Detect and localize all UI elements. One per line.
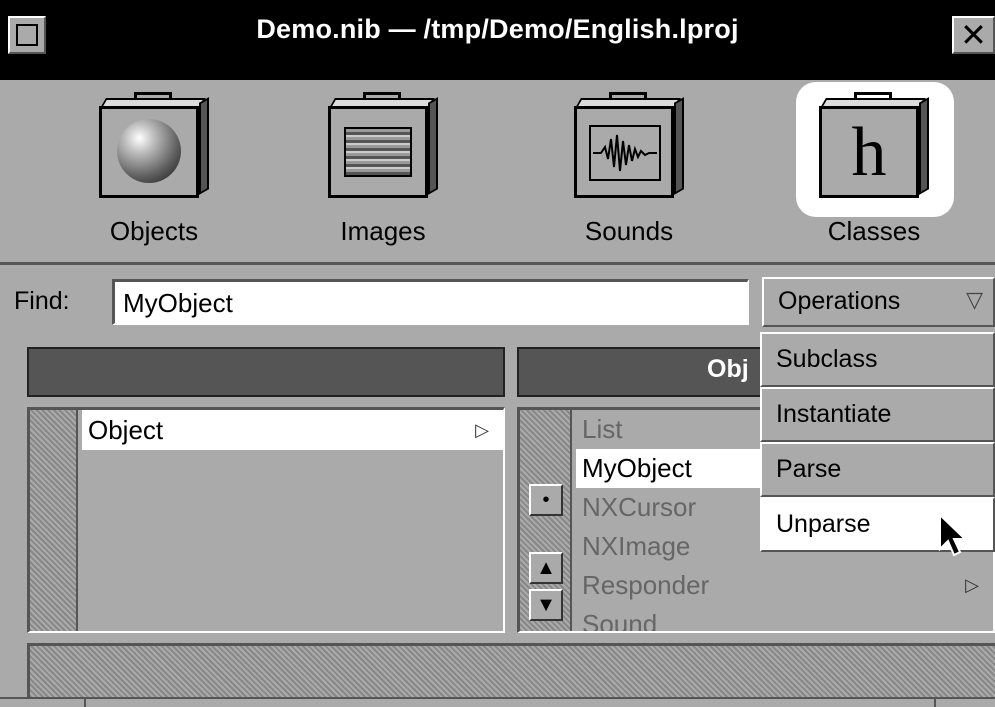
shelf-label: Classes <box>827 216 921 246</box>
list-item[interactable]: Sound <box>576 605 993 631</box>
shelf-item-classes[interactable]: h Classes <box>784 82 964 256</box>
class-glyph: h <box>851 114 887 191</box>
suitcase-waveform-icon <box>574 92 684 206</box>
shelf-label: Images <box>340 216 426 246</box>
suitcase-picture-icon <box>328 92 438 206</box>
window-title: Demo.nib — /tmp/Demo/English.lproj <box>256 14 739 44</box>
list-item-label: Object <box>88 415 164 445</box>
list-item-label: MyObject <box>582 453 692 483</box>
list-item[interactable]: Responder ▷ <box>576 566 993 605</box>
nib-window: Demo.nib — /tmp/Demo/English.lproj ✕ Obj… <box>0 0 995 707</box>
title-bar[interactable]: Demo.nib — /tmp/Demo/English.lproj ✕ <box>0 0 995 80</box>
shelf-label: Sounds <box>584 216 674 246</box>
status-bar <box>27 643 995 697</box>
column-scroller[interactable]: • ▲ ▼ <box>520 410 572 631</box>
list-item-label: Responder <box>582 570 710 600</box>
find-field[interactable]: MyObject <box>112 279 749 325</box>
shelf-label: Objects <box>109 216 199 246</box>
column-scroller[interactable] <box>30 410 78 631</box>
mouse-pointer-icon <box>939 513 968 557</box>
submenu-arrow-icon: ▷ <box>475 420 489 440</box>
operations-popup-button[interactable]: Operations ▽ <box>762 277 995 327</box>
scroll-knob-icon[interactable]: • <box>529 484 563 516</box>
scroll-down-arrow-icon[interactable]: ▼ <box>529 589 563 621</box>
window-bottom-edge <box>0 697 995 707</box>
browser-column-header-left <box>27 347 505 397</box>
menu-item-instantiate[interactable]: Instantiate <box>760 387 995 442</box>
shelf-item-sounds[interactable]: Sounds <box>539 84 719 256</box>
shelf-item-objects[interactable]: Objects <box>64 84 244 256</box>
submenu-arrow-icon: ▷ <box>965 575 979 595</box>
shelf-item-images[interactable]: Images <box>293 84 473 256</box>
column-title: Obj <box>707 355 749 383</box>
browser-column-left: Object ▷ <box>27 407 505 633</box>
suitcase-letter-h-icon: h <box>819 92 929 206</box>
operations-label: Operations <box>778 287 901 315</box>
popup-triangle-icon: ▽ <box>966 287 983 312</box>
suitcase-shelf: Objects Images Sounds h Classes <box>0 80 995 265</box>
find-label: Find: <box>14 287 70 315</box>
list-item[interactable]: Object ▷ <box>82 410 503 450</box>
list-item-label: NXCursor <box>582 492 697 522</box>
close-button[interactable]: ✕ <box>952 16 995 54</box>
suitcase-sphere-icon <box>99 92 209 206</box>
menu-item-parse[interactable]: Parse <box>760 442 995 497</box>
list-item-label: Sound <box>582 609 658 631</box>
list-item-label: List <box>582 414 623 444</box>
scroll-up-arrow-icon[interactable]: ▲ <box>529 552 563 584</box>
menu-item-subclass[interactable]: Subclass <box>760 332 995 387</box>
close-icon: ✕ <box>960 17 987 53</box>
list-item-label: NXImage <box>582 531 691 561</box>
